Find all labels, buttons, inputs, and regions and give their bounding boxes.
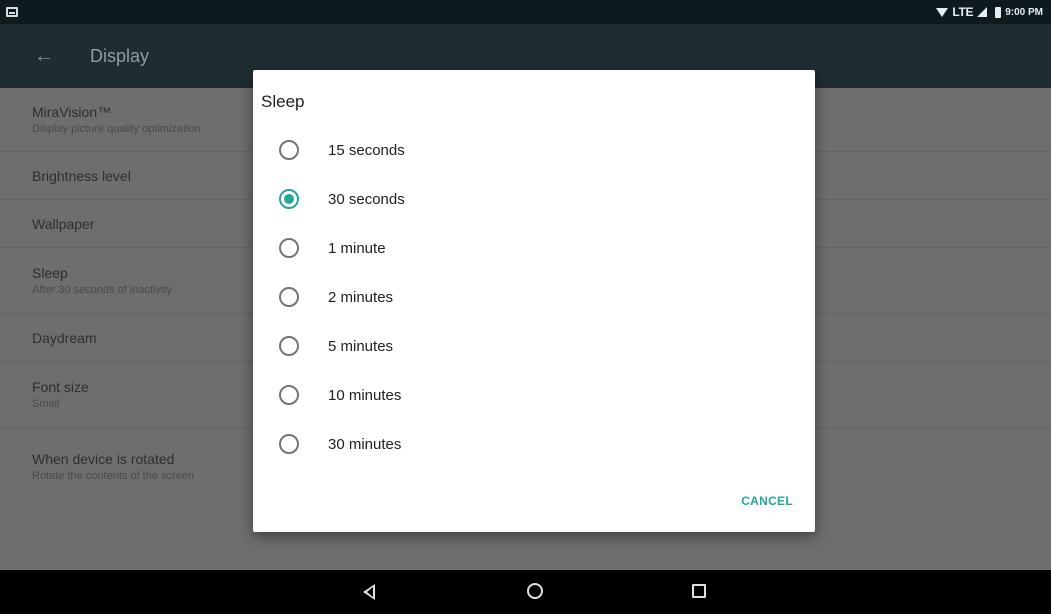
option-label: 2 minutes bbox=[328, 288, 394, 306]
status-bar: LTE 9:00 PM bbox=[0, 0, 1051, 24]
nav-recents-icon[interactable] bbox=[692, 584, 706, 598]
sleep-option-30-minutes[interactable]: 30 minutes bbox=[253, 420, 815, 468]
sleep-option-5-minutes[interactable]: 5 minutes bbox=[253, 322, 815, 370]
dialog-title: Sleep bbox=[261, 92, 305, 111]
sleep-option-10-minutes[interactable]: 10 minutes bbox=[253, 371, 815, 419]
arrow-back-icon[interactable]: ← bbox=[34, 45, 62, 68]
status-left bbox=[6, 7, 18, 17]
page-title: Display bbox=[90, 45, 150, 66]
sleep-option-30-seconds[interactable]: 30 seconds bbox=[253, 175, 815, 223]
cancel-button[interactable]: CANCEL bbox=[741, 494, 793, 508]
radio-button[interactable] bbox=[279, 287, 299, 307]
screenshot-icon bbox=[6, 7, 18, 17]
clock: 9:00 PM bbox=[1005, 6, 1043, 18]
option-label: 30 seconds bbox=[328, 190, 405, 208]
network-type-label: LTE bbox=[952, 5, 974, 19]
navigation-bar bbox=[0, 570, 1051, 614]
sleep-option-1-minute[interactable]: 1 minute bbox=[253, 224, 815, 272]
option-label: 30 minutes bbox=[328, 435, 402, 453]
wifi-icon bbox=[936, 7, 949, 17]
nav-back-icon[interactable] bbox=[363, 584, 375, 600]
signal-icon bbox=[977, 7, 988, 17]
radio-button-checked[interactable] bbox=[279, 189, 299, 209]
radio-button[interactable] bbox=[279, 385, 299, 405]
radio-button[interactable] bbox=[279, 434, 299, 454]
radio-button[interactable] bbox=[279, 238, 299, 258]
option-label: 15 seconds bbox=[328, 141, 405, 159]
sleep-option-2-minutes[interactable]: 2 minutes bbox=[253, 273, 815, 321]
sleep-dialog: Sleep 15 seconds 30 seconds 1 minute 2 m… bbox=[253, 70, 815, 532]
option-label: 1 minute bbox=[328, 239, 386, 257]
battery-icon bbox=[995, 6, 1002, 18]
option-label: 5 minutes bbox=[328, 337, 394, 355]
radio-button[interactable] bbox=[279, 336, 299, 356]
option-label: 10 minutes bbox=[328, 386, 402, 404]
radio-button[interactable] bbox=[279, 140, 299, 160]
status-right: LTE 9:00 PM bbox=[936, 5, 1043, 19]
nav-home-icon[interactable] bbox=[527, 583, 543, 599]
sleep-option-15-seconds[interactable]: 15 seconds bbox=[253, 126, 815, 174]
